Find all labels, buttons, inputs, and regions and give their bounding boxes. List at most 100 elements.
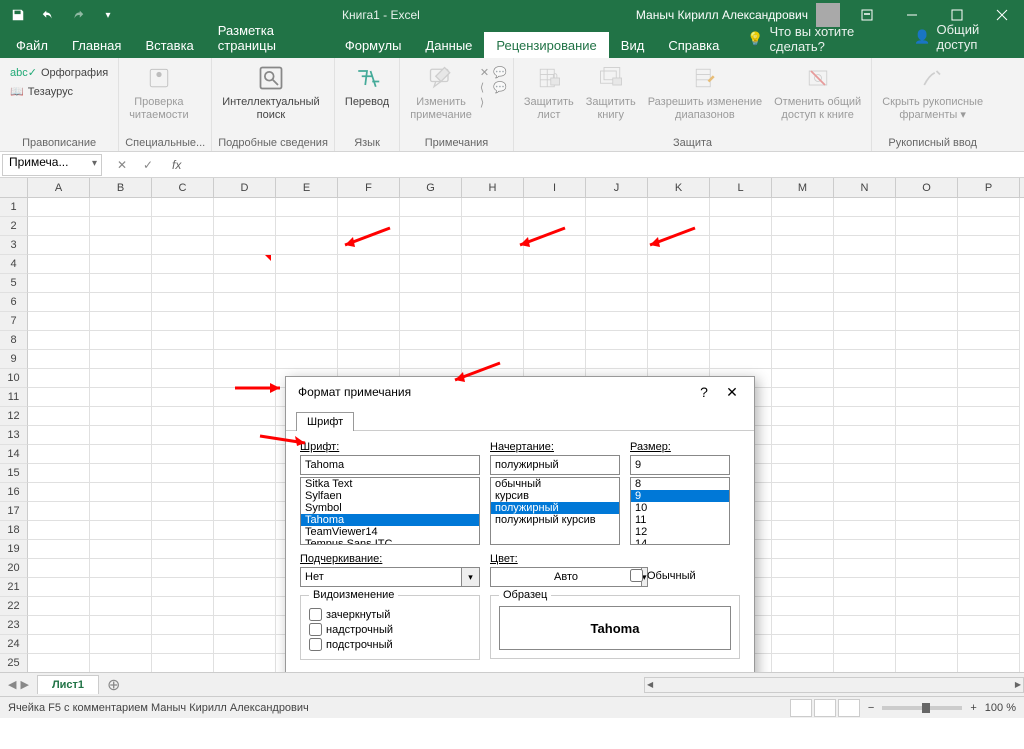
cell[interactable] [958, 521, 1020, 540]
cell[interactable] [524, 293, 586, 312]
cell[interactable] [958, 635, 1020, 654]
tab-review[interactable]: Рецензирование [484, 32, 608, 58]
cell[interactable] [896, 217, 958, 236]
cell[interactable] [586, 217, 648, 236]
row-header[interactable]: 11 [0, 388, 28, 407]
cell[interactable] [214, 616, 276, 635]
row-header[interactable]: 25 [0, 654, 28, 672]
cell[interactable] [772, 540, 834, 559]
cell[interactable] [276, 236, 338, 255]
cell[interactable] [152, 540, 214, 559]
cell[interactable] [958, 198, 1020, 217]
tab-file[interactable]: Файл [4, 32, 60, 58]
cell[interactable] [28, 597, 90, 616]
tab-view[interactable]: Вид [609, 32, 657, 58]
cell[interactable] [958, 350, 1020, 369]
cell[interactable] [276, 217, 338, 236]
cell[interactable] [834, 312, 896, 331]
cell[interactable] [28, 369, 90, 388]
cell[interactable] [648, 312, 710, 331]
cell[interactable] [896, 198, 958, 217]
cell[interactable] [958, 483, 1020, 502]
share-button[interactable]: 👤 Общий доступ [900, 16, 1024, 58]
cell[interactable] [152, 578, 214, 597]
row-header[interactable]: 14 [0, 445, 28, 464]
cell[interactable] [152, 616, 214, 635]
cell[interactable] [896, 654, 958, 672]
cell[interactable] [710, 274, 772, 293]
cell[interactable] [28, 255, 90, 274]
cell[interactable] [958, 407, 1020, 426]
list-item[interactable]: 14 [631, 538, 729, 545]
dialog-close-button[interactable]: ✕ [718, 380, 746, 404]
cell[interactable] [90, 559, 152, 578]
view-normal[interactable] [790, 699, 812, 717]
cell[interactable] [90, 331, 152, 350]
select-all-corner[interactable] [0, 178, 28, 197]
list-item[interactable]: 10 [631, 502, 729, 514]
col-header[interactable]: E [276, 178, 338, 197]
cell[interactable] [834, 521, 896, 540]
cell[interactable] [834, 236, 896, 255]
cell[interactable] [462, 255, 524, 274]
list-item[interactable]: Tahoma [301, 514, 479, 526]
cell[interactable] [772, 198, 834, 217]
cell[interactable] [276, 331, 338, 350]
tab-formulas[interactable]: Формулы [333, 32, 414, 58]
cell[interactable] [462, 350, 524, 369]
list-item[interactable]: полужирный [491, 502, 619, 514]
cell[interactable] [772, 407, 834, 426]
cell[interactable] [896, 521, 958, 540]
cell[interactable] [214, 426, 276, 445]
tab-layout[interactable]: Разметка страницы [206, 17, 333, 58]
cell[interactable] [772, 426, 834, 445]
style-list[interactable]: обычныйкурсивполужирныйполужирный курсив [490, 477, 620, 545]
cell[interactable] [958, 236, 1020, 255]
cell[interactable] [772, 464, 834, 483]
cell[interactable] [834, 255, 896, 274]
underline-dropdown[interactable]: ▾ [462, 567, 480, 587]
cell[interactable] [896, 255, 958, 274]
cell[interactable] [90, 350, 152, 369]
cell[interactable] [896, 274, 958, 293]
cell[interactable] [214, 369, 276, 388]
cell[interactable] [152, 350, 214, 369]
row-header[interactable]: 9 [0, 350, 28, 369]
cell[interactable] [896, 559, 958, 578]
row-header[interactable]: 16 [0, 483, 28, 502]
cell[interactable] [896, 502, 958, 521]
cell[interactable] [276, 198, 338, 217]
cell[interactable] [896, 426, 958, 445]
cell[interactable] [90, 388, 152, 407]
cell[interactable] [90, 521, 152, 540]
cell[interactable] [400, 274, 462, 293]
cell[interactable] [710, 255, 772, 274]
row-header[interactable]: 7 [0, 312, 28, 331]
cell[interactable] [152, 502, 214, 521]
cell[interactable] [958, 369, 1020, 388]
cell[interactable] [834, 578, 896, 597]
cell[interactable] [400, 255, 462, 274]
cell[interactable] [710, 350, 772, 369]
cell[interactable] [896, 350, 958, 369]
cell[interactable] [90, 578, 152, 597]
cell[interactable] [214, 331, 276, 350]
tab-data[interactable]: Данные [413, 32, 484, 58]
row-header[interactable]: 21 [0, 578, 28, 597]
cell[interactable] [152, 597, 214, 616]
cell[interactable] [28, 464, 90, 483]
cell[interactable] [28, 331, 90, 350]
cell[interactable] [772, 236, 834, 255]
cell[interactable] [648, 255, 710, 274]
cell[interactable] [28, 483, 90, 502]
cell[interactable] [524, 217, 586, 236]
cell[interactable] [338, 293, 400, 312]
cell[interactable] [28, 388, 90, 407]
cell[interactable] [462, 217, 524, 236]
list-item[interactable]: полужирный курсив [491, 514, 619, 526]
col-header[interactable]: J [586, 178, 648, 197]
cell[interactable] [772, 597, 834, 616]
name-box[interactable]: Примеча... [2, 154, 102, 176]
cell[interactable] [958, 578, 1020, 597]
cell[interactable] [90, 502, 152, 521]
